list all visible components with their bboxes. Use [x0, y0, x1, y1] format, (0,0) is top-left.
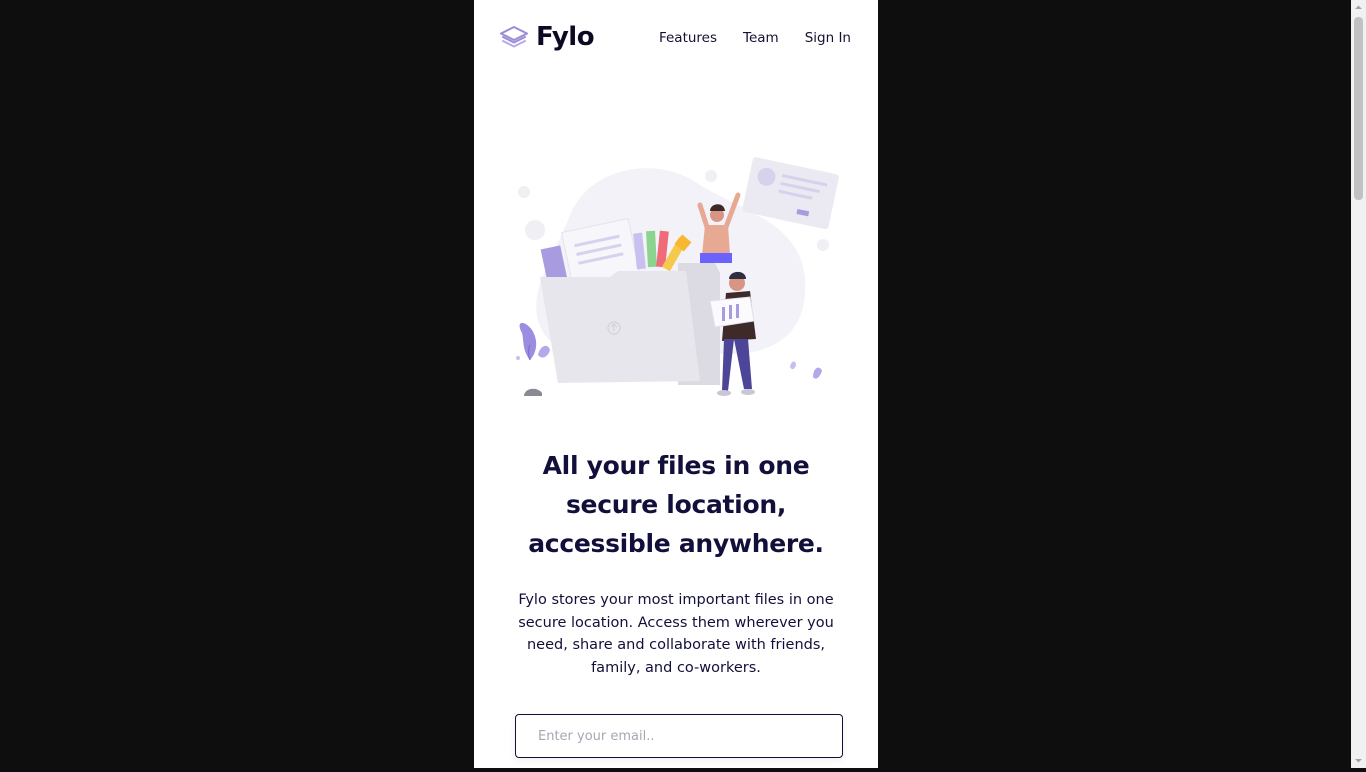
scroll-up-arrow-icon[interactable] — [1351, 0, 1366, 15]
page-scrollbar[interactable] — [1351, 0, 1366, 768]
nav-link-team[interactable]: Team — [743, 30, 779, 46]
nav-link-features[interactable]: Features — [659, 30, 717, 46]
person-torso — [702, 225, 730, 255]
nav-link-sign-in[interactable]: Sign In — [805, 30, 851, 46]
deco-circle — [817, 239, 829, 251]
layers-logo-icon — [499, 24, 529, 50]
logo[interactable]: Fylo — [499, 22, 595, 52]
hero-headline: All your files in one secure location, a… — [528, 451, 824, 558]
deco-circle — [518, 186, 530, 198]
deco-circle — [705, 170, 717, 182]
nav-links: Features Team Sign In — [659, 30, 851, 46]
hero-description: Fylo stores your most important files in… — [518, 592, 834, 677]
hero-illustration — [510, 155, 845, 405]
scrollbar-thumb[interactable] — [1354, 17, 1363, 200]
landing-page: Fylo Features Team Sign In All your file… — [474, 0, 878, 768]
rock — [524, 388, 542, 396]
email-input[interactable] — [515, 714, 843, 758]
navbar: Fylo Features Team Sign In — [474, 0, 878, 78]
brand-name: Fylo — [536, 22, 595, 52]
scroll-down-arrow-icon[interactable] — [1351, 753, 1366, 768]
deco-circle — [525, 220, 545, 240]
